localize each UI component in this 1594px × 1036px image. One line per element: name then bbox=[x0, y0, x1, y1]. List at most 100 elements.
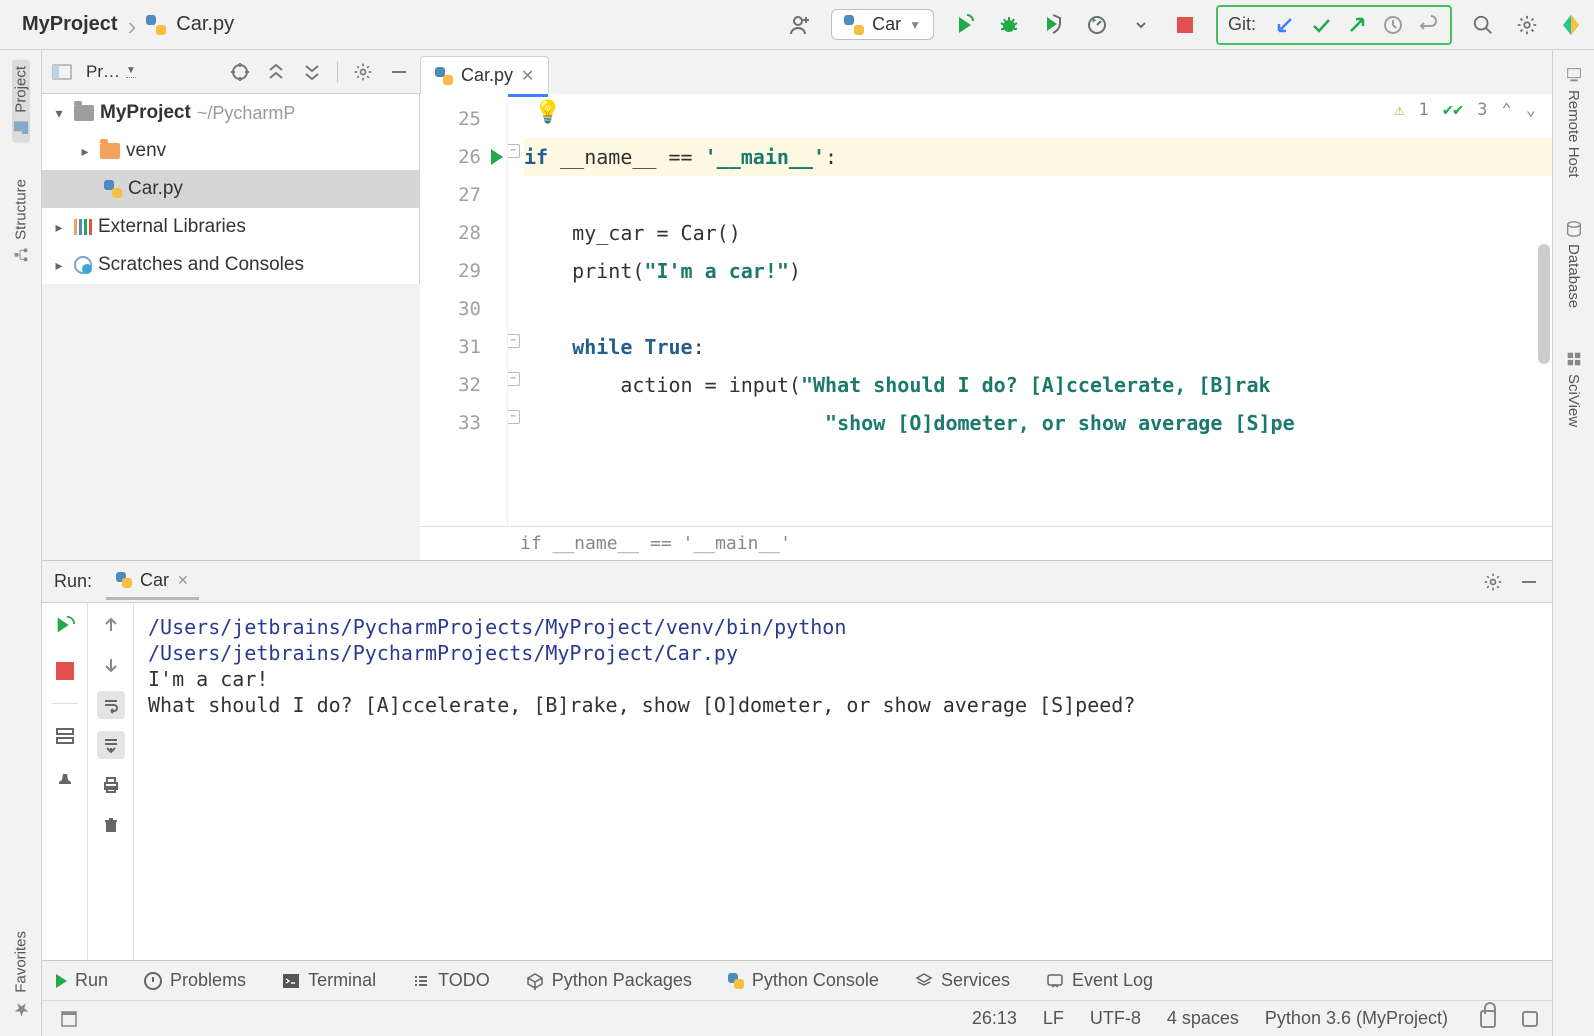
console-line: What should I do? [A]ccelerate, [B]rake,… bbox=[148, 693, 1538, 717]
more-run-icon[interactable] bbox=[1128, 12, 1154, 38]
bottom-todo[interactable]: TODO bbox=[412, 970, 490, 991]
code-area[interactable]: 💡 − − − − ⚠1 ✔✔3 ⌃ ⌄ if __nam bbox=[508, 94, 1552, 526]
navigation-bar: MyProject › Car.py Car ▼ Git: bbox=[0, 0, 1594, 50]
tree-venv[interactable]: ▸ venv bbox=[42, 132, 419, 170]
run-configuration-selector[interactable]: Car ▼ bbox=[831, 9, 934, 40]
status-indent[interactable]: 4 spaces bbox=[1167, 1008, 1239, 1029]
close-run-tab-icon[interactable]: ✕ bbox=[177, 572, 189, 589]
layout-icon[interactable] bbox=[51, 722, 79, 750]
intention-bulb-icon[interactable]: 💡 bbox=[534, 100, 561, 125]
git-push-icon[interactable] bbox=[1346, 14, 1368, 36]
rail-sciview[interactable]: SciView bbox=[1565, 344, 1583, 433]
run-tab-car[interactable]: Car ✕ bbox=[106, 564, 199, 600]
stop-button[interactable] bbox=[1172, 12, 1198, 38]
tool-settings-gear-icon[interactable] bbox=[352, 61, 374, 83]
pycharm-logo-icon[interactable] bbox=[1558, 12, 1584, 38]
editor-tab-car[interactable]: Car.py ✕ bbox=[420, 56, 549, 94]
power-save-icon[interactable] bbox=[1522, 1011, 1538, 1027]
editor-tabs: Car.py ✕ bbox=[420, 50, 1552, 94]
breadcrumb-project[interactable]: MyProject bbox=[22, 13, 118, 36]
rail-database-label: Database bbox=[1565, 244, 1582, 308]
warning-count: 1 bbox=[1419, 100, 1429, 120]
code-text bbox=[524, 259, 572, 283]
settings-gear-icon[interactable] bbox=[1514, 12, 1540, 38]
run-settings-gear-icon[interactable] bbox=[1482, 571, 1504, 593]
run-toolbar-left bbox=[42, 603, 88, 960]
tree-external-libraries[interactable]: ▸ External Libraries bbox=[42, 208, 419, 246]
editor-scrollbar[interactable] bbox=[1538, 244, 1550, 364]
git-update-icon[interactable] bbox=[1274, 14, 1296, 36]
ok-check-icon[interactable]: ✔✔ bbox=[1443, 100, 1463, 120]
rail-structure[interactable]: Structure bbox=[12, 173, 30, 270]
debug-button[interactable] bbox=[996, 12, 1022, 38]
close-tab-icon[interactable]: ✕ bbox=[521, 66, 534, 86]
soft-wrap-icon[interactable] bbox=[97, 691, 125, 719]
stop-run-button[interactable] bbox=[51, 657, 79, 685]
status-interpreter[interactable]: Python 3.6 (MyProject) bbox=[1265, 1008, 1448, 1029]
toolwindows-icon[interactable] bbox=[60, 1010, 78, 1028]
expand-all-icon[interactable] bbox=[265, 61, 287, 83]
console-path-line: /Users/jetbrains/PycharmProjects/MyProje… bbox=[148, 615, 1538, 639]
scroll-up-icon[interactable] bbox=[97, 611, 125, 639]
code-kw: if bbox=[524, 145, 560, 169]
status-linesep[interactable]: LF bbox=[1043, 1008, 1064, 1029]
git-history-icon[interactable] bbox=[1382, 14, 1404, 36]
collapse-all-icon[interactable] bbox=[301, 61, 323, 83]
next-highlight-icon[interactable]: ⌄ bbox=[1526, 100, 1536, 120]
gutter-run-icon[interactable] bbox=[491, 149, 503, 165]
bottom-run[interactable]: Run bbox=[56, 970, 108, 991]
tree-scratches[interactable]: ▸ Scratches and Consoles bbox=[42, 246, 419, 284]
editor-breadcrumb[interactable]: if __name__ == '__main__' bbox=[420, 526, 1552, 560]
tree-root-label: MyProject bbox=[100, 102, 191, 124]
project-view-selector[interactable]: Pr…▼ bbox=[86, 62, 136, 82]
git-rollback-icon[interactable] bbox=[1418, 14, 1440, 36]
dropdown-icon: ▼ bbox=[909, 18, 921, 32]
scroll-down-icon[interactable] bbox=[97, 651, 125, 679]
rerun-button[interactable] bbox=[51, 611, 79, 639]
hide-tool-icon[interactable] bbox=[388, 61, 410, 83]
bottom-terminal[interactable]: Terminal bbox=[282, 970, 376, 991]
status-encoding[interactable]: UTF-8 bbox=[1090, 1008, 1141, 1029]
fold-icon[interactable]: − bbox=[508, 144, 520, 158]
prev-highlight-icon[interactable]: ⌃ bbox=[1502, 100, 1512, 120]
search-icon[interactable] bbox=[1470, 12, 1496, 38]
code-text: : bbox=[825, 145, 837, 169]
locate-icon[interactable] bbox=[229, 61, 251, 83]
breadcrumb-file[interactable]: Car.py bbox=[176, 13, 234, 36]
tree-root[interactable]: ▾ MyProject ~/PycharmP bbox=[42, 94, 419, 132]
code-kw: while bbox=[572, 335, 644, 359]
fold-icon[interactable]: − bbox=[508, 410, 520, 424]
fold-icon[interactable]: − bbox=[508, 334, 520, 348]
add-user-icon[interactable] bbox=[787, 12, 813, 38]
bottom-services[interactable]: Services bbox=[915, 970, 1010, 991]
rail-database[interactable]: Database bbox=[1565, 214, 1583, 314]
python-icon bbox=[728, 973, 744, 989]
console-output[interactable]: /Users/jetbrains/PycharmProjects/MyProje… bbox=[134, 603, 1552, 960]
rail-favorites[interactable]: ★ Favorites bbox=[10, 925, 32, 1026]
pin-icon[interactable] bbox=[51, 768, 79, 796]
run-tool-window: Run: Car ✕ bbox=[42, 560, 1552, 960]
tree-file-car[interactable]: Car.py bbox=[42, 170, 419, 208]
rail-project[interactable]: Project bbox=[12, 60, 30, 143]
bottom-packages[interactable]: Python Packages bbox=[526, 970, 692, 991]
bottom-console[interactable]: Python Console bbox=[728, 970, 879, 991]
fold-icon[interactable]: − bbox=[508, 372, 520, 386]
run-button[interactable] bbox=[952, 12, 978, 38]
bottom-services-label: Services bbox=[941, 970, 1010, 991]
editor-body[interactable]: 25 26 27 28 29 30 31 32 33 💡 − − bbox=[420, 94, 1552, 526]
clear-icon[interactable] bbox=[97, 811, 125, 839]
print-icon[interactable] bbox=[97, 771, 125, 799]
warning-icon[interactable]: ⚠ bbox=[1394, 100, 1404, 120]
lock-icon[interactable] bbox=[1480, 1010, 1496, 1028]
bottom-problems[interactable]: Problems bbox=[144, 970, 246, 991]
run-with-coverage-button[interactable] bbox=[1040, 12, 1066, 38]
hide-run-icon[interactable] bbox=[1518, 571, 1540, 593]
profile-button[interactable] bbox=[1084, 12, 1110, 38]
git-commit-icon[interactable] bbox=[1310, 14, 1332, 36]
rail-remote-host[interactable]: Remote Host bbox=[1565, 60, 1583, 184]
status-bar: 26:13 LF UTF-8 4 spaces Python 3.6 (MyPr… bbox=[42, 1000, 1552, 1036]
bottom-eventlog[interactable]: Event Log bbox=[1046, 970, 1153, 991]
scroll-to-end-icon[interactable] bbox=[97, 731, 125, 759]
rail-project-label: Project bbox=[12, 66, 29, 113]
status-position[interactable]: 26:13 bbox=[972, 1008, 1017, 1029]
